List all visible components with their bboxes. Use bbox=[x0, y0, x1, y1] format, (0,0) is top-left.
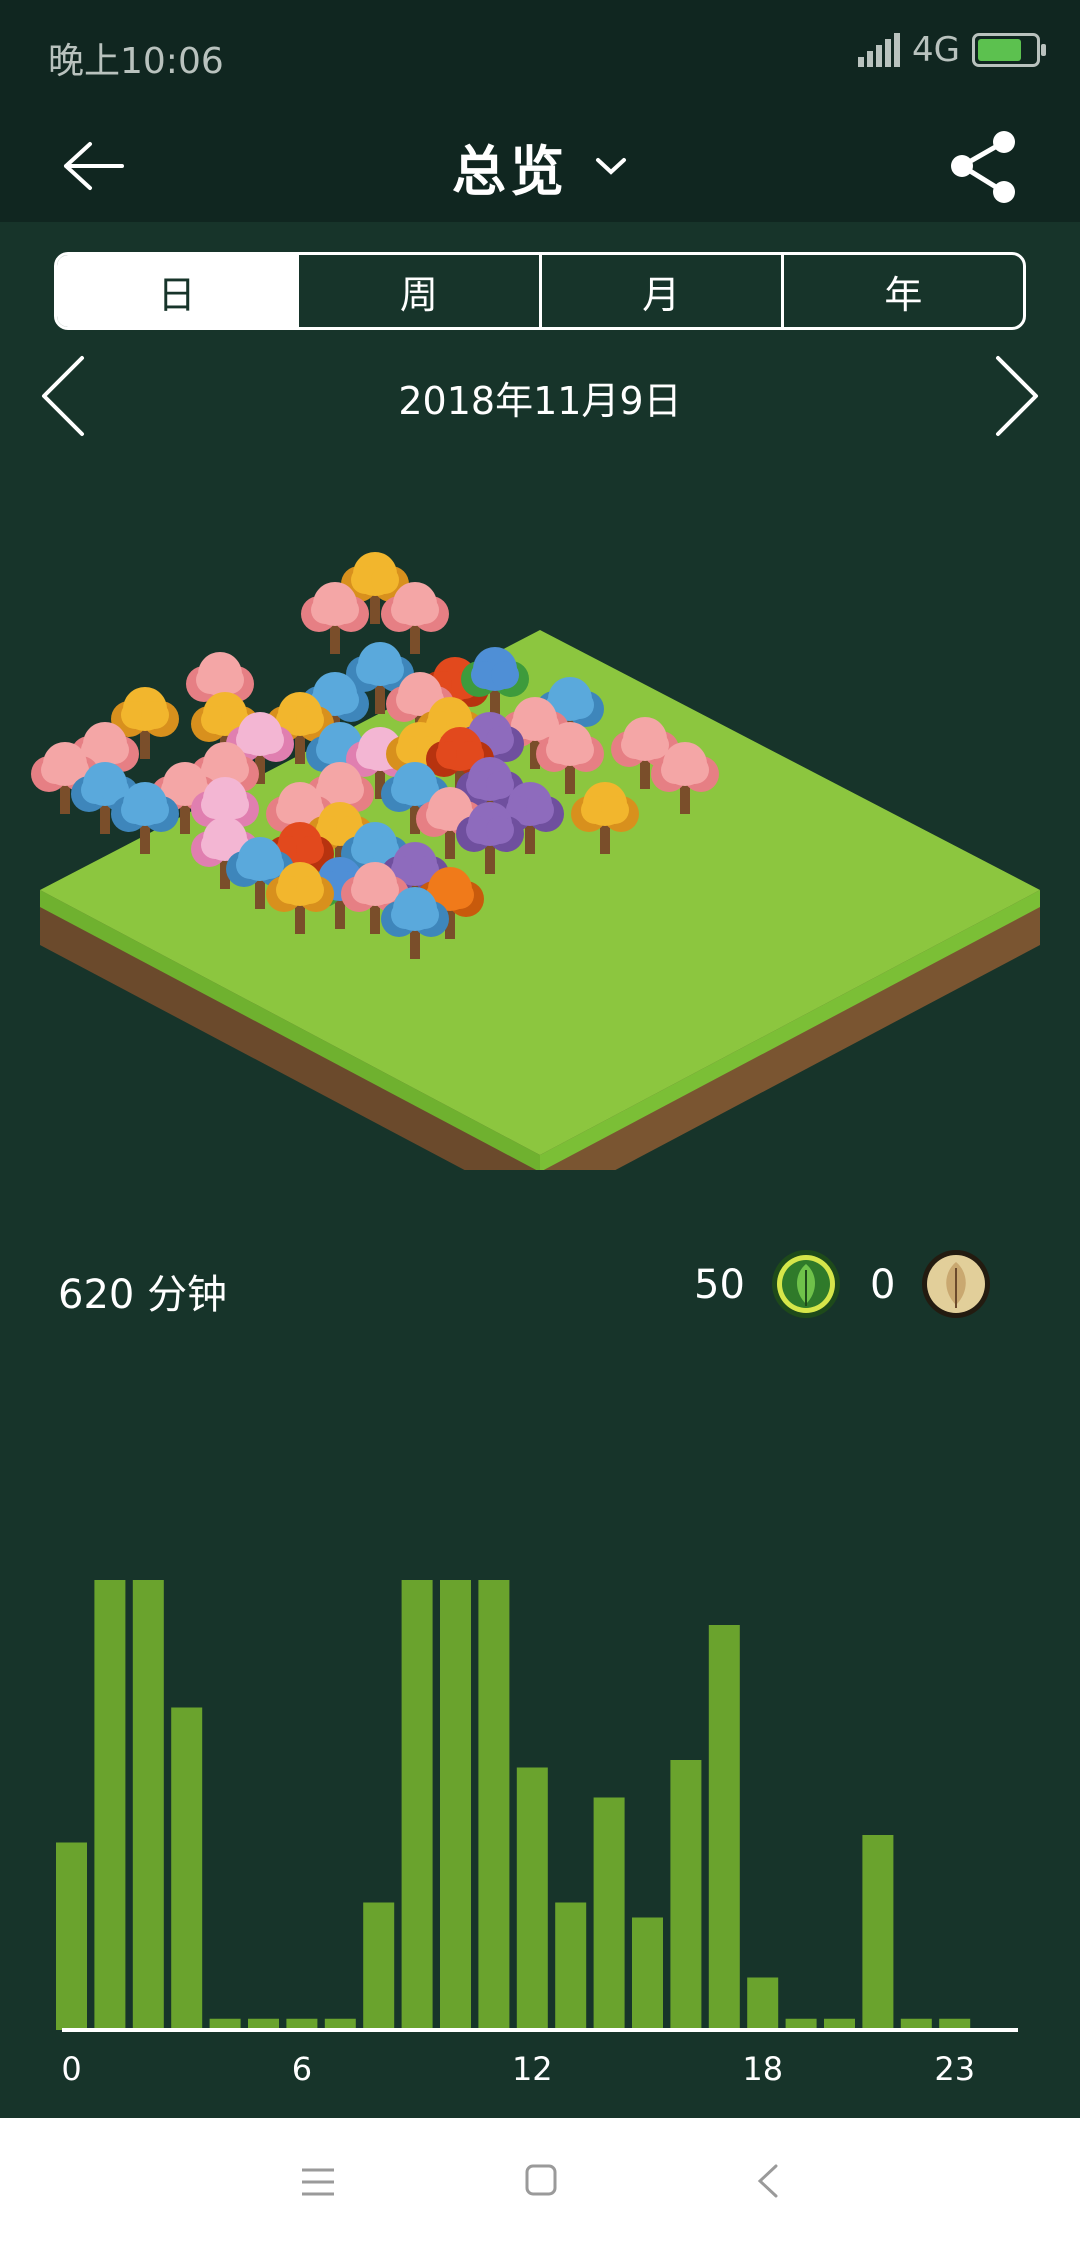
x-tick-label: 12 bbox=[512, 2050, 553, 2088]
healthy-tree-icon bbox=[772, 1250, 840, 1318]
bar-hour-8 bbox=[363, 1902, 395, 2030]
network-type: 4G bbox=[912, 30, 960, 70]
bar-hour-16 bbox=[670, 1760, 702, 2030]
bar-series bbox=[56, 1580, 971, 2030]
app-bar: 总览 bbox=[0, 110, 1080, 222]
bar-hour-13 bbox=[555, 1902, 587, 2030]
chevron-right-icon[interactable] bbox=[988, 348, 1044, 444]
bar-hour-17 bbox=[708, 1625, 740, 2030]
system-navigation-bar bbox=[0, 2118, 1080, 2248]
focus-minutes: 620 分钟 bbox=[58, 1272, 228, 1318]
bar-hour-1 bbox=[94, 1580, 126, 2030]
bar-hour-21 bbox=[862, 1835, 894, 2030]
forest-illustration bbox=[31, 552, 1040, 1170]
period-tabs: 日 周 月 年 bbox=[54, 252, 1026, 330]
chevron-down-icon bbox=[596, 158, 626, 175]
status-time: 晚上10:06 bbox=[48, 41, 224, 82]
home-icon[interactable] bbox=[524, 2163, 558, 2197]
bar-hour-2 bbox=[132, 1580, 164, 2030]
x-tick-label: 23 bbox=[934, 2050, 975, 2088]
battery-icon bbox=[972, 33, 1046, 67]
bar-hour-18 bbox=[747, 1977, 779, 2030]
bar-hour-10 bbox=[440, 1580, 471, 2030]
title-dropdown[interactable]: 总览 bbox=[0, 110, 1080, 222]
bar-hour-0 bbox=[56, 1842, 87, 2030]
page-title: 总览 bbox=[452, 139, 568, 203]
tab-day[interactable]: 日 bbox=[57, 255, 300, 327]
tab-week[interactable]: 周 bbox=[299, 255, 542, 327]
menu-icon[interactable] bbox=[300, 2164, 336, 2200]
bar-hour-11 bbox=[478, 1580, 510, 2030]
status-indicators: 4G bbox=[858, 30, 1046, 70]
bar-hour-12 bbox=[516, 1767, 548, 2030]
x-axis-ticks: 0 6 12 18 23 bbox=[61, 2050, 975, 2088]
summary-stats: 620 分钟 50 0 bbox=[0, 1240, 1080, 1330]
tab-year[interactable]: 年 bbox=[784, 255, 1023, 327]
date-navigation: 2018年11月9日 bbox=[0, 348, 1080, 444]
share-icon[interactable] bbox=[942, 116, 1022, 216]
current-date: 2018年11月9日 bbox=[398, 379, 682, 423]
alive-tree-count: 50 bbox=[694, 1262, 745, 1308]
back-icon[interactable] bbox=[754, 2162, 780, 2200]
x-tick-label: 18 bbox=[742, 2050, 783, 2088]
hourly-focus-chart: 0 6 12 18 23 bbox=[56, 1580, 1018, 2088]
x-tick-label: 0 bbox=[61, 2050, 81, 2088]
dead-tree-count: 0 bbox=[870, 1262, 896, 1308]
tab-month[interactable]: 月 bbox=[542, 255, 784, 327]
withered-tree-icon bbox=[922, 1250, 990, 1318]
bar-hour-3 bbox=[171, 1707, 203, 2030]
bar-hour-15 bbox=[632, 1917, 663, 2030]
bar-hour-14 bbox=[593, 1797, 625, 2030]
x-tick-label: 6 bbox=[292, 2050, 312, 2088]
bar-hour-9 bbox=[401, 1580, 433, 2030]
signal-icon bbox=[858, 33, 901, 67]
battery-level bbox=[978, 39, 1022, 61]
status-bar: 晚上10:06 4G bbox=[0, 0, 1080, 110]
